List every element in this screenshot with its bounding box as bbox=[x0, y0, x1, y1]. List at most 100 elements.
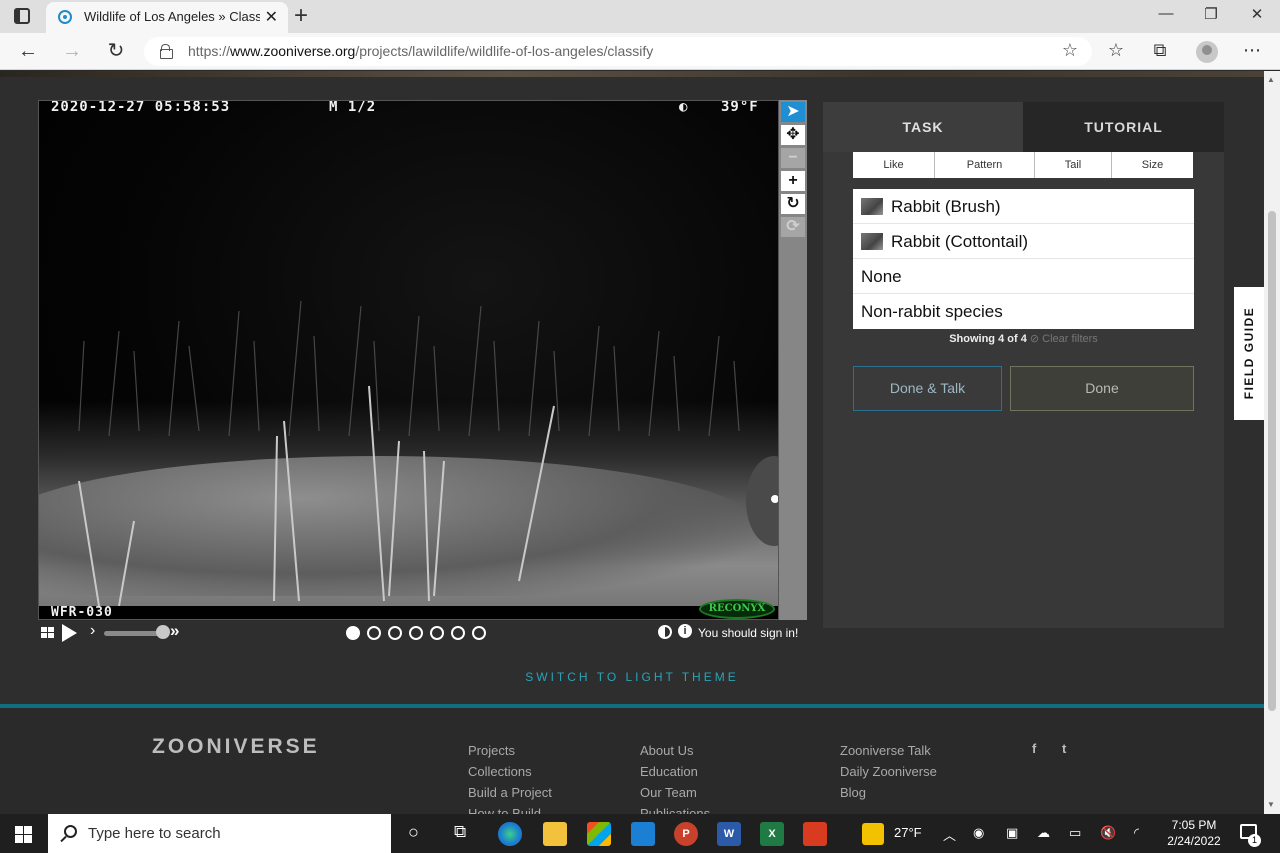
footer-link-talk[interactable]: Zooniverse Talk bbox=[840, 743, 931, 758]
filter-size[interactable]: Size bbox=[1112, 152, 1193, 178]
rotate-icon[interactable]: ↻ bbox=[781, 194, 805, 214]
choice-non-rabbit[interactable]: Non-rabbit species bbox=[853, 294, 1194, 329]
footer-link-about[interactable]: About Us bbox=[640, 743, 693, 758]
zoom-in-icon[interactable]: + bbox=[781, 171, 805, 191]
taskbar-search-box[interactable]: Type here to search bbox=[48, 814, 391, 853]
filter-tail[interactable]: Tail bbox=[1035, 152, 1112, 178]
facebook-icon[interactable]: f bbox=[1032, 741, 1036, 756]
office-icon[interactable] bbox=[803, 822, 827, 846]
add-favorite-icon[interactable]: ☆ bbox=[1062, 40, 1078, 61]
new-tab-icon[interactable]: + bbox=[294, 2, 308, 30]
meet-now-icon[interactable]: ▣ bbox=[1006, 825, 1018, 841]
profile-avatar[interactable] bbox=[1196, 41, 1218, 63]
edge-browser-icon[interactable] bbox=[498, 822, 522, 846]
frame-dot[interactable] bbox=[430, 626, 444, 640]
switch-theme-link[interactable]: SWITCH TO LIGHT THEME bbox=[0, 670, 1264, 684]
move-icon[interactable]: ✥ bbox=[781, 125, 805, 145]
slider-handle[interactable] bbox=[156, 625, 170, 639]
subject-image[interactable]: 2020-12-27 05:58:53 M 1/2 ◐ 39°F WFR-030… bbox=[38, 100, 779, 620]
frame-dot[interactable] bbox=[346, 626, 360, 640]
scroll-down-icon[interactable]: ▼ bbox=[1267, 800, 1275, 809]
chevron-up-icon[interactable]: ︿ bbox=[943, 825, 956, 844]
store-icon[interactable] bbox=[587, 822, 611, 846]
sign-in-notice[interactable]: You should sign in! bbox=[698, 626, 798, 640]
battery-icon[interactable]: ▭ bbox=[1069, 825, 1081, 841]
maximize-icon[interactable]: ❐ bbox=[1201, 5, 1221, 23]
filter-like[interactable]: Like bbox=[853, 152, 935, 178]
tab-actions-icon[interactable] bbox=[14, 8, 30, 24]
footer-link-blog[interactable]: Blog bbox=[840, 785, 866, 800]
mail-icon[interactable] bbox=[631, 822, 655, 846]
weather-icon[interactable] bbox=[862, 823, 884, 845]
zooniverse-logo[interactable]: ZOONIVERSE bbox=[152, 735, 320, 759]
powerpoint-icon[interactable]: P bbox=[674, 822, 698, 846]
footer-link-how-to-build[interactable]: How to Build bbox=[468, 806, 541, 814]
footer-link-daily[interactable]: Daily Zooniverse bbox=[840, 764, 937, 779]
footer-link-publications[interactable]: Publications bbox=[640, 806, 710, 814]
done-button[interactable]: Done bbox=[1010, 366, 1194, 411]
file-explorer-icon[interactable] bbox=[543, 822, 567, 846]
word-icon[interactable]: W bbox=[717, 822, 741, 846]
info-icon[interactable]: i bbox=[678, 624, 692, 638]
done-and-talk-button[interactable]: Done & Talk bbox=[853, 366, 1002, 411]
footer-link-education[interactable]: Education bbox=[640, 764, 698, 779]
tab-close-icon[interactable]: ✕ bbox=[265, 7, 278, 27]
species-thumbnail bbox=[861, 233, 883, 250]
frame-dot[interactable] bbox=[451, 626, 465, 640]
refresh-icon[interactable]: ↻ bbox=[104, 39, 128, 63]
url-prefix: https:// bbox=[188, 43, 231, 59]
volume-muted-icon[interactable]: 🔇 bbox=[1100, 825, 1116, 841]
lock-icon[interactable] bbox=[160, 44, 173, 59]
frame-dot[interactable] bbox=[388, 626, 402, 640]
page-scrollbar[interactable]: ▲ ▼ bbox=[1264, 71, 1280, 814]
wifi-icon[interactable]: ◜ bbox=[1134, 825, 1139, 841]
excel-icon[interactable]: X bbox=[760, 822, 784, 846]
footer-link-projects[interactable]: Projects bbox=[468, 743, 515, 758]
task-view-icon[interactable]: ⧉ bbox=[454, 822, 466, 842]
taskbar-clock[interactable]: 7:05 PM 2/24/2022 bbox=[1158, 817, 1230, 849]
onedrive-cloud-icon[interactable]: ☁ bbox=[1037, 825, 1050, 841]
footer-link-build[interactable]: Build a Project bbox=[468, 785, 552, 800]
choice-rabbit-brush[interactable]: Rabbit (Brush) bbox=[853, 189, 1194, 224]
favorites-icon[interactable]: ☆ bbox=[1104, 40, 1128, 61]
chevron-right-icon[interactable]: › bbox=[90, 622, 95, 640]
tab-task[interactable]: TASK bbox=[823, 102, 1023, 152]
clear-filters-link[interactable]: ⊘ Clear filters bbox=[1030, 333, 1098, 345]
windows-start-icon[interactable] bbox=[15, 826, 32, 843]
choice-rabbit-cottontail[interactable]: Rabbit (Cottontail) bbox=[853, 224, 1194, 259]
weather-temp[interactable]: 27°F bbox=[894, 825, 922, 840]
reset-icon[interactable]: ⟳ bbox=[781, 217, 805, 237]
back-arrow-icon[interactable]: ← bbox=[16, 39, 40, 63]
record-icon[interactable]: ◉ bbox=[973, 825, 984, 841]
footer-link-team[interactable]: Our Team bbox=[640, 785, 697, 800]
grid-view-icon[interactable] bbox=[41, 627, 54, 638]
scroll-up-icon[interactable]: ▲ bbox=[1267, 75, 1275, 84]
filter-bar: Like Pattern Tail Size bbox=[853, 152, 1193, 178]
frame-dot[interactable] bbox=[472, 626, 486, 640]
filter-pattern[interactable]: Pattern bbox=[935, 152, 1035, 178]
footer-link-collections[interactable]: Collections bbox=[468, 764, 532, 779]
pointer-icon[interactable]: ➤ bbox=[781, 102, 805, 122]
choice-label: Non-rabbit species bbox=[861, 302, 1003, 321]
play-icon[interactable] bbox=[62, 624, 77, 642]
cortana-icon[interactable]: ○ bbox=[408, 822, 419, 843]
frame-dot[interactable] bbox=[409, 626, 423, 640]
tab-tutorial[interactable]: TUTORIAL bbox=[1023, 102, 1224, 152]
browser-tab[interactable]: Wildlife of Los Angeles » Classify ✕ bbox=[46, 2, 288, 33]
fast-forward-icon[interactable]: » bbox=[170, 621, 179, 641]
forward-arrow-icon[interactable]: → bbox=[60, 39, 84, 63]
url-field[interactable]: https://www.zooniverse.org/projects/lawi… bbox=[144, 37, 1092, 66]
field-guide-button[interactable]: FIELD GUIDE bbox=[1234, 287, 1264, 420]
zoom-out-icon[interactable]: − bbox=[781, 148, 805, 168]
choice-none[interactable]: None bbox=[853, 259, 1194, 294]
collections-icon[interactable]: ⧉ bbox=[1148, 40, 1172, 61]
frame-dot[interactable] bbox=[367, 626, 381, 640]
image-info-strip bbox=[39, 606, 778, 619]
invert-contrast-icon[interactable] bbox=[658, 625, 672, 639]
window-close-icon[interactable]: ✕ bbox=[1247, 5, 1267, 23]
scroll-thumb[interactable] bbox=[1268, 211, 1276, 711]
minimize-icon[interactable]: — bbox=[1156, 5, 1176, 22]
camera-brand-logo: RECONYX bbox=[699, 599, 775, 619]
more-menu-icon[interactable]: ⋯ bbox=[1240, 40, 1264, 61]
twitter-icon[interactable]: t bbox=[1062, 741, 1066, 756]
